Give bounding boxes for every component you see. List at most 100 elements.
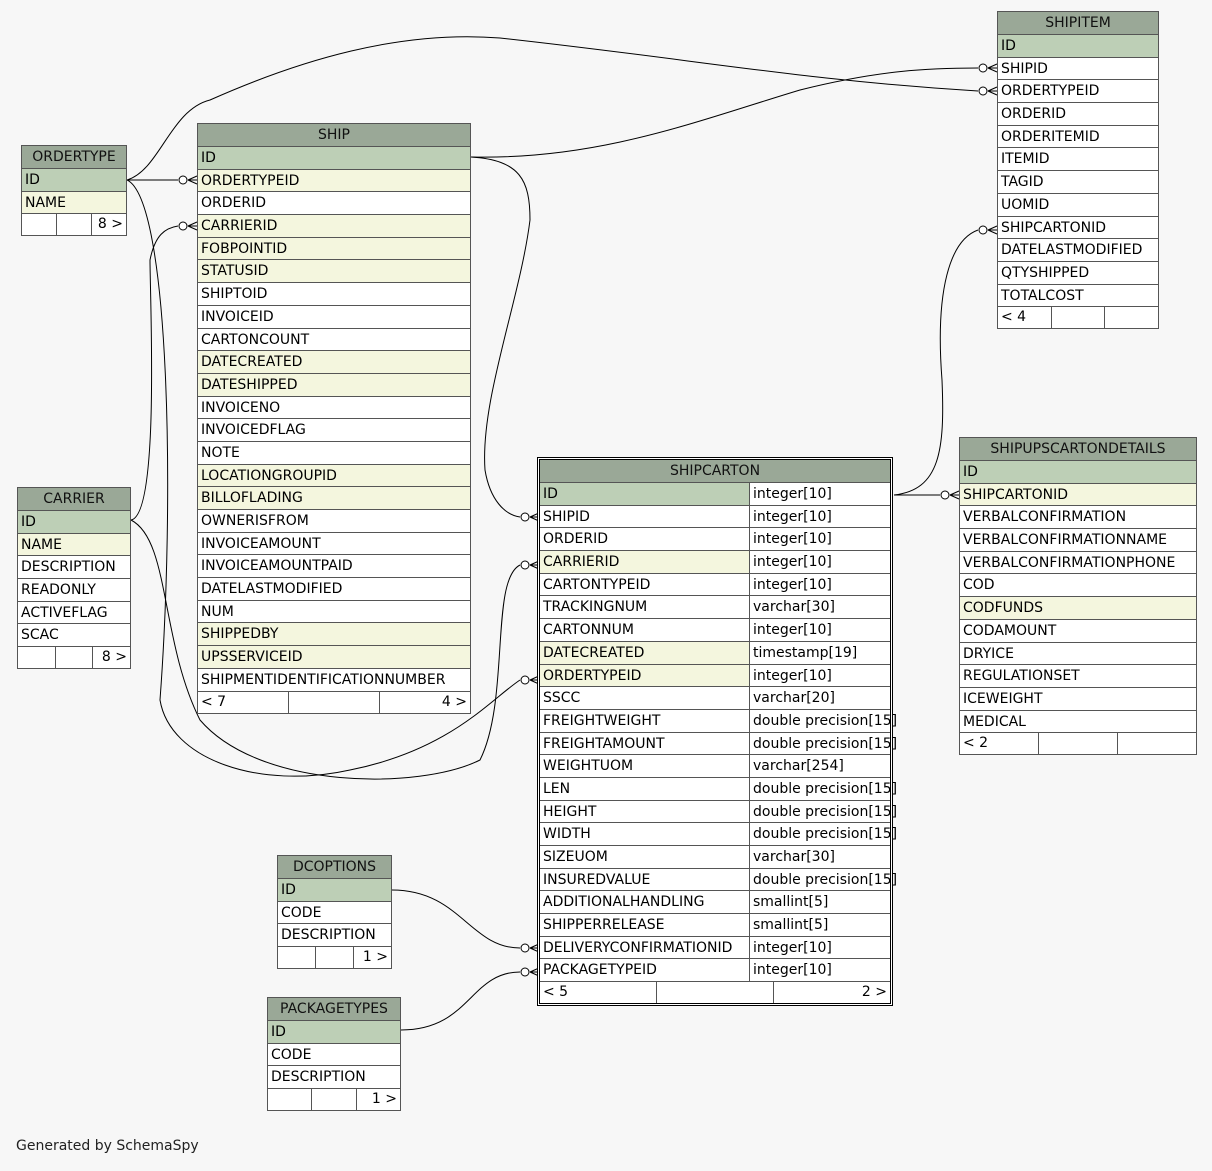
column-row[interactable]: CODE — [268, 1044, 400, 1067]
column-row[interactable]: TOTALCOST — [998, 285, 1158, 308]
column-row[interactable]: ICEWEIGHT — [960, 688, 1196, 711]
column-row[interactable]: CARTONTYPEID integer[10] — [540, 573, 890, 597]
column-row[interactable]: ID — [960, 461, 1196, 484]
column-row[interactable]: LOCATIONGROUPID — [198, 464, 470, 488]
column-row[interactable]: ORDERTYPEID integer[10] — [540, 664, 890, 688]
column-row[interactable]: QTYSHIPPED — [998, 262, 1158, 285]
column-name: INSUREDVALUE — [543, 871, 651, 888]
column-row[interactable]: UOMID — [998, 194, 1158, 217]
column-row[interactable]: ORDERID — [998, 103, 1158, 126]
column-row[interactable]: PACKAGETYPEID integer[10] — [540, 959, 890, 983]
column-row[interactable]: TRACKINGNUM varchar[30] — [540, 596, 890, 620]
table-packagetypes[interactable]: PACKAGETYPES ID CODE DESCRIPTION 1 > — [267, 997, 401, 1112]
column-row[interactable]: SHIPTOID — [198, 283, 470, 306]
column-row[interactable]: ID — [22, 169, 126, 192]
column-row[interactable]: ID integer[10] — [540, 483, 890, 506]
table-shipupscartondetails[interactable]: SHIPUPSCARTONDETAILS ID SHIPCARTONID VERBAL… — [959, 437, 1197, 756]
column-row[interactable]: OWNERISFROM — [198, 510, 470, 533]
column-row[interactable]: NOTE — [198, 442, 470, 465]
table-ordertype[interactable]: ORDERTYPE ID NAME 8 > — [21, 145, 127, 237]
column-row[interactable]: CODE — [278, 902, 391, 925]
column-row[interactable]: ID — [18, 511, 130, 534]
footer-cell — [316, 947, 354, 969]
column-row[interactable]: STATUSID — [198, 260, 470, 284]
column-row[interactable]: ADDITIONALHANDLING smallint[5] — [540, 891, 890, 915]
table-carrier[interactable]: CARRIER ID NAME DESCRIPTION READONLY ACTIVEFL… — [17, 487, 131, 670]
table-dcoptions[interactable]: DCOPTIONS ID CODE DESCRIPTION 1 > — [277, 855, 392, 970]
column-row[interactable]: SSCC varchar[20] — [540, 687, 890, 710]
parents-count — [278, 947, 316, 969]
table-ship[interactable]: SHIP ID ORDERTYPEID ORDERID CARRIERID FOBPOIN… — [197, 123, 471, 714]
column-row[interactable]: FOBPOINTID — [198, 237, 470, 261]
column-row[interactable]: ORDERTYPEID — [198, 169, 470, 193]
column-row[interactable]: SHIPCARTONID — [998, 217, 1158, 240]
column-row[interactable]: VERBALCONFIRMATIONPHONE — [960, 552, 1196, 575]
column-row[interactable]: NAME — [18, 533, 130, 557]
column-row[interactable]: SHIPMENTIDENTIFICATIONNUMBER — [198, 669, 470, 692]
column-row[interactable]: SHIPID integer[10] — [540, 505, 890, 529]
column-row[interactable]: INVOICEAMOUNT — [198, 533, 470, 556]
column-row[interactable]: CARTONCOUNT — [198, 329, 470, 352]
column-row[interactable]: INSUREDVALUE double precision[15] — [540, 868, 897, 892]
column-row[interactable]: SHIPPERRELEASE smallint[5] — [540, 914, 890, 937]
column-row[interactable]: SCAC — [18, 624, 130, 648]
table-footer: 1 > — [268, 1089, 400, 1111]
column-row[interactable]: CODFUNDS — [960, 597, 1196, 620]
column-row[interactable]: ACTIVEFLAG — [18, 602, 130, 625]
column-row[interactable]: DATELASTMODIFIED — [198, 578, 470, 601]
column-row[interactable]: DESCRIPTION — [18, 556, 130, 580]
column-row[interactable]: COD — [960, 574, 1196, 598]
column-row[interactable]: VERBALCONFIRMATION — [960, 506, 1196, 530]
column-row[interactable]: CARTONNUM integer[10] — [540, 619, 890, 642]
column-row[interactable]: DRYICE — [960, 643, 1196, 666]
column-name: VERBALCONFIRMATIONPHONE — [963, 554, 1176, 571]
column-row[interactable]: DATECREATED — [198, 351, 470, 374]
column-row[interactable]: BILLOFLADING — [198, 487, 470, 510]
column-row[interactable]: CODAMOUNT — [960, 620, 1196, 643]
column-row[interactable]: UPSSERVICEID — [198, 646, 470, 669]
column-row[interactable]: MEDICAL — [960, 711, 1196, 734]
column-row[interactable]: DATECREATED timestamp[19] — [540, 641, 890, 665]
column-row[interactable]: HEIGHT double precision[15] — [540, 800, 897, 824]
column-row[interactable]: NUM — [198, 601, 470, 624]
column-row[interactable]: VERBALCONFIRMATIONNAME — [960, 529, 1196, 552]
column-row[interactable]: CARRIERID — [198, 215, 470, 238]
column-row[interactable]: ID — [198, 147, 470, 170]
column-row[interactable]: LEN double precision[15] — [540, 777, 897, 801]
column-name: HEIGHT — [543, 803, 597, 820]
column-row[interactable]: DESCRIPTION — [268, 1066, 400, 1090]
column-row[interactable]: SHIPID — [998, 58, 1158, 81]
column-row[interactable]: ORDERITEMID — [998, 126, 1158, 149]
table-shipcarton[interactable]: SHIPCARTON ID integer[10] SHIPID integer[10]… — [537, 457, 897, 1007]
column-row[interactable]: INVOICEDFLAG — [198, 419, 470, 442]
column-row[interactable]: SHIPCARTONID — [960, 483, 1196, 507]
column-row[interactable]: ORDERTYPEID — [998, 80, 1158, 104]
column-row[interactable]: ID — [278, 879, 391, 902]
column-row[interactable]: ITEMID — [998, 148, 1158, 172]
column-row[interactable]: ORDERID integer[10] — [540, 528, 890, 552]
column-row[interactable]: INVOICEID — [198, 306, 470, 329]
column-row[interactable]: REGULATIONSET — [960, 665, 1196, 688]
column-row[interactable]: INVOICENO — [198, 397, 470, 420]
column-row[interactable]: ID — [998, 35, 1158, 58]
column-row[interactable]: WIDTH double precision[15] — [540, 823, 897, 846]
column-row[interactable]: WEIGHTUOM varchar[254] — [540, 755, 890, 778]
column-row[interactable]: DESCRIPTION — [278, 924, 391, 948]
column-row[interactable]: CARRIERID integer[10] — [540, 551, 890, 574]
column-row[interactable]: SIZEUOM varchar[30] — [540, 846, 890, 869]
column-row[interactable]: SHIPPEDBY — [198, 623, 470, 647]
column-row[interactable]: INVOICEAMOUNTPAID — [198, 555, 470, 579]
column-row[interactable]: DATELASTMODIFIED — [998, 239, 1158, 262]
column-row[interactable]: TAGID — [998, 171, 1158, 194]
table-shipitem[interactable]: SHIPITEM ID SHIPID ORDERTYPEID ORDERID ORDERI… — [997, 11, 1159, 330]
table-title: SHIPUPSCARTONDETAILS — [960, 438, 1196, 461]
column-row[interactable]: ID — [268, 1021, 400, 1044]
column-row[interactable]: DATESHIPPED — [198, 373, 470, 397]
column-row[interactable]: NAME — [22, 191, 126, 215]
column-row[interactable]: DELIVERYCONFIRMATIONID integer[10] — [540, 936, 890, 960]
column-row[interactable]: FREIGHTWEIGHT double precision[15] — [540, 709, 897, 733]
column-name: SHIPCARTONID — [963, 486, 1068, 503]
column-row[interactable]: FREIGHTAMOUNT double precision[15] — [540, 732, 897, 756]
column-row[interactable]: ORDERID — [198, 192, 470, 216]
column-row[interactable]: READONLY — [18, 579, 130, 602]
